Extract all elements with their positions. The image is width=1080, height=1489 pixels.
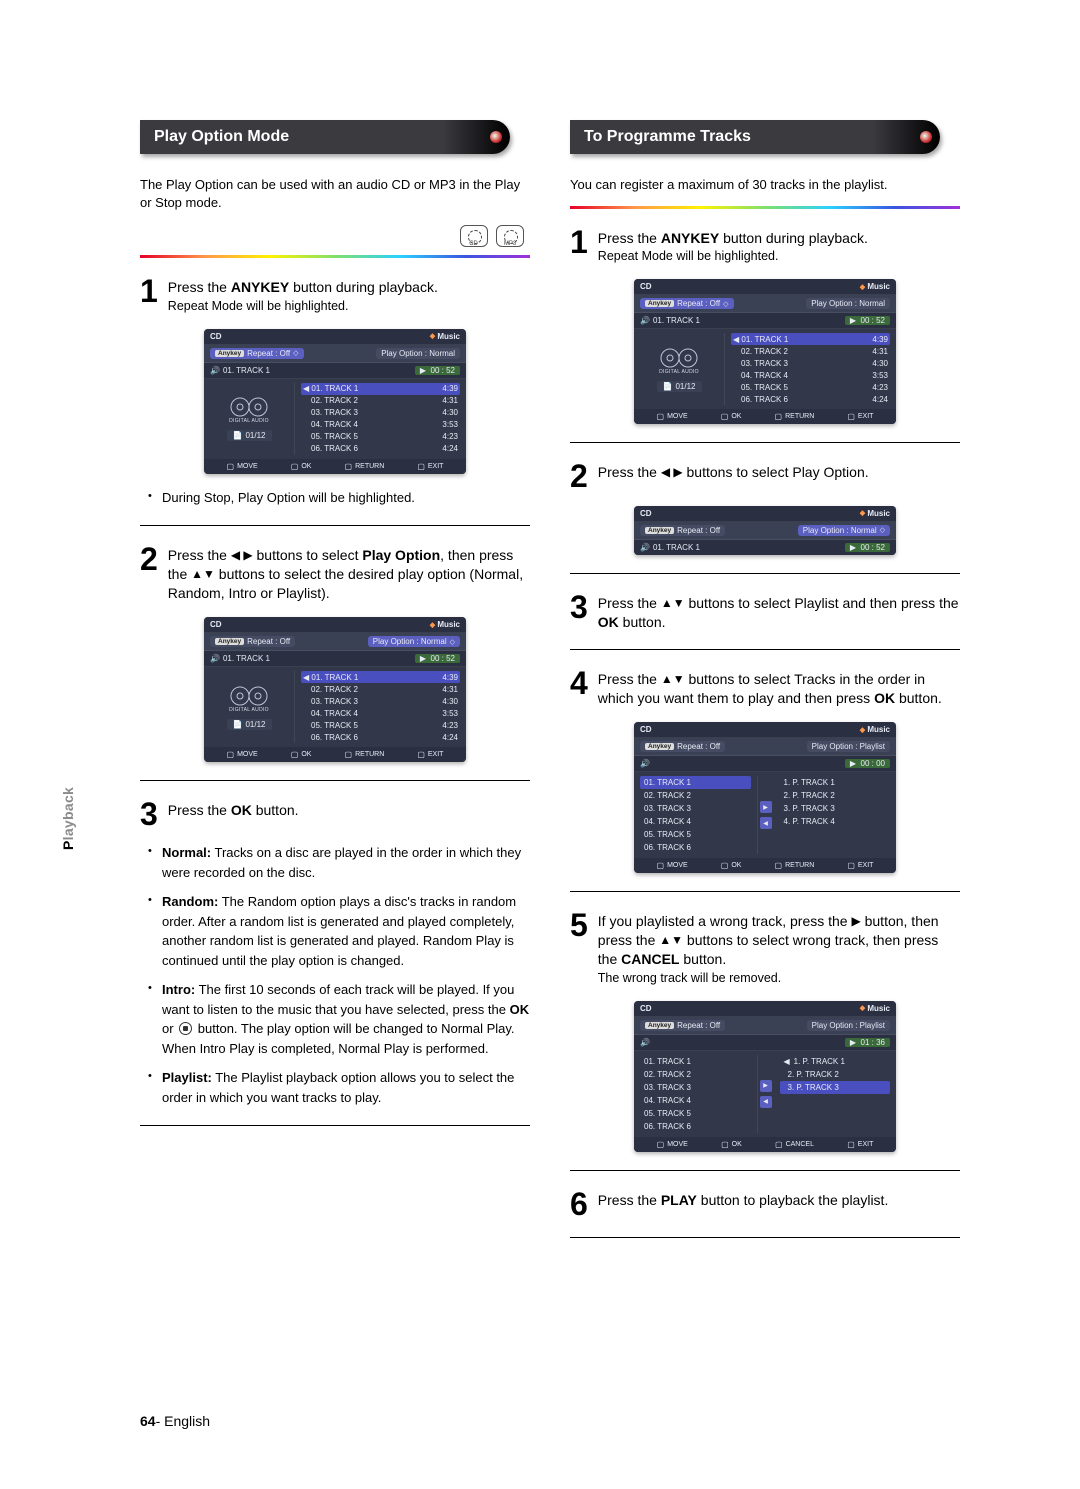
osd-screenshot-r4: CD◆ Music AnykeyRepeat : Off Play Option… — [634, 1001, 896, 1152]
gradient-divider — [140, 255, 530, 258]
divider — [140, 1125, 530, 1126]
step-number: 1 — [570, 227, 588, 266]
step-number: 1 — [140, 276, 158, 315]
osd-screenshot-r2: CD◆ Music AnykeyRepeat : Off Play Option… — [634, 506, 896, 555]
right-step-6: 6 Press the PLAY button to playback the … — [570, 1189, 960, 1219]
def-intro: Intro: The first 10 seconds of each trac… — [152, 980, 530, 1058]
divider — [140, 525, 530, 526]
step-body: Press the OK button. — [168, 799, 299, 829]
section-heading-right: To Programme Tracks — [570, 120, 940, 154]
page-number: 64- English — [140, 1413, 210, 1429]
step-number: 5 — [570, 910, 588, 987]
osd-screenshot-2: CD◆ Music AnykeyRepeat : Off Play Option… — [204, 617, 466, 762]
side-tab: Playback — [60, 787, 76, 850]
right-step-4: 4 Press the ▲▼ buttons to select Tracks … — [570, 668, 960, 708]
step-body: Press the PLAY button to playback the pl… — [598, 1189, 889, 1219]
def-random: Random: The Random option plays a disc's… — [152, 892, 530, 970]
step-body: If you playlisted a wrong track, press t… — [598, 910, 960, 987]
mp3-icon: MP3 — [496, 225, 524, 247]
step-number: 2 — [140, 544, 158, 603]
step-subtext: Repeat Mode will be highlighted. — [598, 248, 868, 265]
left-intro: The Play Option can be used with an audi… — [140, 176, 530, 211]
gradient-divider — [570, 206, 960, 209]
divider — [570, 649, 960, 650]
step-number: 3 — [140, 799, 158, 829]
def-normal: Normal: Tracks on a disc are played in t… — [152, 843, 530, 882]
divider — [570, 442, 960, 443]
divider — [570, 1237, 960, 1238]
note-item: During Stop, Play Option will be highlig… — [152, 488, 530, 508]
compact-disc-icon: DIGITAL AUDIO — [229, 396, 269, 424]
step-number: 4 — [570, 668, 588, 708]
divider — [570, 1170, 960, 1171]
cd-icon: CD — [460, 225, 488, 247]
disc-icons: CD MP3 — [140, 217, 524, 247]
stop-icon — [179, 1022, 192, 1035]
osd-screenshot-r1: CD◆ Music AnykeyRepeat : Off◇ Play Optio… — [634, 279, 896, 424]
section-heading-left: Play Option Mode — [140, 120, 510, 154]
left-step-2: 2 Press the ◀ ▶ buttons to select Play O… — [140, 544, 530, 603]
osd-screenshot-r3: CD◆ Music AnykeyRepeat : Off Play Option… — [634, 722, 896, 873]
right-column: To Programme Tracks You can register a m… — [570, 120, 960, 1256]
step-body: Press the ◀ ▶ buttons to select Play Opt… — [598, 461, 869, 491]
left-step-1: 1 Press the ANYKEY button during playbac… — [140, 276, 530, 315]
step-body: Press the ◀ ▶ buttons to select Play Opt… — [168, 544, 530, 603]
left-step-3: 3 Press the OK button. — [140, 799, 530, 829]
step-body: Press the ▲▼ buttons to select Tracks in… — [598, 668, 960, 708]
play-option-definitions: Normal: Tracks on a disc are played in t… — [152, 843, 530, 1107]
step-number: 3 — [570, 592, 588, 632]
step-body: Press the ▲▼ buttons to select Playlist … — [598, 592, 960, 632]
step-body: Press the ANYKEY button during playback.… — [168, 276, 438, 315]
right-step-1: 1 Press the ANYKEY button during playbac… — [570, 227, 960, 266]
right-step-2: 2 Press the ◀ ▶ buttons to select Play O… — [570, 461, 960, 491]
left-column: Play Option Mode The Play Option can be … — [140, 120, 530, 1256]
divider — [570, 573, 960, 574]
step-subtext: The wrong track will be removed. — [598, 970, 960, 987]
step-number: 2 — [570, 461, 588, 491]
right-step-5: 5 If you playlisted a wrong track, press… — [570, 910, 960, 987]
step-subtext: Repeat Mode will be highlighted. — [168, 298, 438, 315]
step-body: Press the ANYKEY button during playback.… — [598, 227, 868, 266]
divider — [570, 891, 960, 892]
right-step-3: 3 Press the ▲▼ buttons to select Playlis… — [570, 592, 960, 632]
divider — [140, 780, 530, 781]
osd-screenshot-1: CD◆ Music AnykeyRepeat : Off◇ Play Optio… — [204, 329, 466, 474]
right-intro: You can register a maximum of 30 tracks … — [570, 176, 960, 194]
def-playlist: Playlist: The Playlist playback option a… — [152, 1068, 530, 1107]
left-note: During Stop, Play Option will be highlig… — [152, 488, 530, 508]
step-number: 6 — [570, 1189, 588, 1219]
